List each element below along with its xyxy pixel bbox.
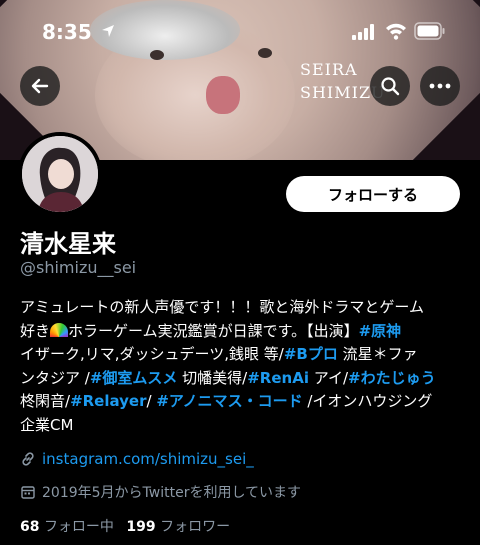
following-link[interactable]: 68 フォロー中 [20, 519, 114, 535]
wifi-icon [386, 23, 406, 40]
follow-stats: 68 フォロー中 199 フォロワー [20, 516, 230, 536]
more-icon [429, 83, 451, 89]
search-button[interactable] [370, 66, 410, 106]
bio-text: アイ/ [308, 368, 349, 387]
bio-line: ンタジア /#御室ムスメ 切幡美得/#RenAi アイ/#わたじゅう [20, 367, 470, 391]
hashtag-link[interactable]: #アノニマス・コード [156, 392, 302, 410]
rainbow-emoji [50, 322, 69, 337]
status-time: 8:35 [42, 20, 92, 44]
bio-text: 柊閑音/ [20, 392, 71, 410]
back-button[interactable] [20, 66, 60, 106]
hashtag-link[interactable]: #RenAi [247, 369, 309, 387]
link-icon [22, 452, 34, 466]
search-icon [381, 77, 400, 96]
back-arrow-icon [31, 78, 49, 94]
bio-text: ホラーゲーム実況鑑賞が日課です。【出演】 [68, 321, 359, 340]
bio-text: /イオンハウジング [302, 392, 433, 410]
website-link[interactable]: instagram.com/shimizu_sei_ [42, 450, 254, 468]
bio-line: 企業CM [20, 414, 470, 438]
display-name: 清水星来 [20, 230, 116, 258]
user-handle: @shimizu__sei [20, 258, 137, 277]
avatar[interactable] [18, 132, 102, 216]
bio-line: イザーク,リマ,ダッシュデーツ,銭眼 等/#Bプロ 流星＊ファ [20, 343, 470, 367]
hashtag-link[interactable]: #原神 [359, 322, 402, 340]
bio-text: 切幡美得/ [177, 368, 248, 387]
bio-text: 企業CM [20, 415, 74, 434]
bio-text: / [146, 392, 157, 410]
following-count: 68 [20, 519, 40, 535]
hashtag-link[interactable]: #Relayer [70, 392, 146, 410]
avatar-photo [22, 136, 98, 212]
bio-text: 流星＊ファ [337, 345, 418, 363]
bio-text: 好き [20, 321, 51, 340]
bio-line: アミュレートの新人声優です！！！歌と海外ドラマとゲーム [20, 296, 470, 320]
follow-button[interactable]: フォローする [286, 176, 460, 212]
join-date: 2019年5月からTwitterを利用しています [20, 482, 301, 502]
location-arrow-icon [102, 25, 114, 37]
more-options-button[interactable] [420, 66, 460, 106]
join-date-text: 2019年5月からTwitterを利用しています [42, 485, 302, 501]
battery-icon [414, 22, 445, 40]
bio-text: アミュレートの新人声優です！！！歌と海外ドラマとゲーム [20, 298, 424, 316]
followers-label: フォロワー [160, 519, 231, 535]
followers-link[interactable]: 199 フォロワー [126, 519, 230, 535]
bio-line: 好き ホラーゲーム実況鑑賞が日課です。【出演】#原神 [20, 320, 470, 344]
banner-lips [206, 76, 240, 114]
hashtag-link[interactable]: #御室ムスメ [90, 369, 178, 387]
calendar-icon [21, 486, 35, 499]
bio-text: イザーク,リマ,ダッシュデーツ,銭眼 等/ [20, 345, 284, 363]
bio-text: ンタジア / [20, 368, 90, 387]
following-label: フォロー中 [43, 519, 114, 535]
bio-line: 柊閑音/#Relayer/ #アノニマス・コード /イオンハウジング [20, 390, 470, 414]
followers-count: 199 [126, 519, 156, 535]
profile-bio: アミュレートの新人声優です！！！歌と海外ドラマとゲーム 好き ホラーゲーム実況鑑賞… [20, 296, 470, 437]
status-bar: 8:35 [0, 0, 480, 60]
profile-website: instagram.com/shimizu_sei_ [20, 450, 254, 468]
hashtag-link[interactable]: #Bプロ [284, 345, 338, 363]
hashtag-link[interactable]: #わたじゅう [348, 369, 436, 387]
signal-icon [352, 24, 374, 40]
